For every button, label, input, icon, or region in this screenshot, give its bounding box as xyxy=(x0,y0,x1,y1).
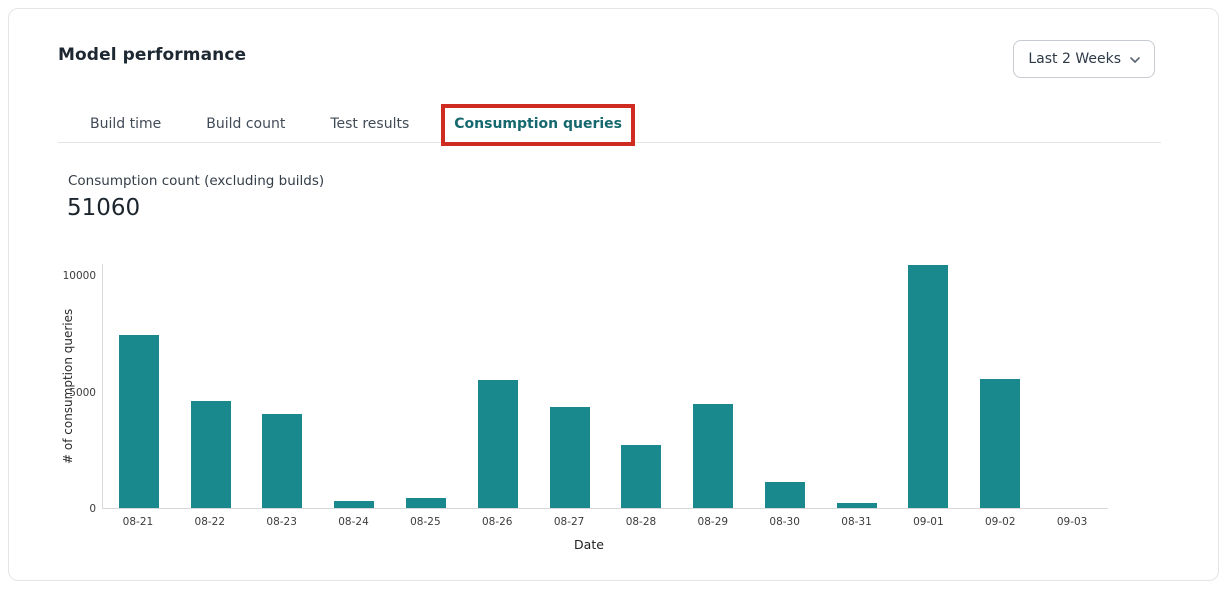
bar-08-30 xyxy=(765,482,805,508)
metric-value: 51060 xyxy=(67,195,140,221)
bar-08-31 xyxy=(837,503,877,508)
plot-area xyxy=(102,264,1108,509)
tab-test-results[interactable]: Test results xyxy=(330,105,409,143)
x-tick-label: 08-30 xyxy=(749,516,821,528)
bar-band xyxy=(605,264,677,508)
bar-band xyxy=(677,264,749,508)
bar-08-21 xyxy=(119,335,159,508)
bar-band xyxy=(821,264,893,508)
x-tick-label: 08-24 xyxy=(318,516,390,528)
x-tick-label: 08-28 xyxy=(605,516,677,528)
y-tick-label: 0 xyxy=(58,502,96,516)
tab-label: Test results xyxy=(330,116,409,132)
tab-build-count[interactable]: Build count xyxy=(206,105,285,143)
date-range-dropdown[interactable]: Last 2 Weeks xyxy=(1013,40,1155,78)
tabs: Build time Build count Test results Consump… xyxy=(58,105,1161,143)
x-tick-label: 08-27 xyxy=(533,516,605,528)
bar-band xyxy=(964,264,1036,508)
bar-08-26 xyxy=(478,380,518,508)
bar-08-22 xyxy=(191,401,231,508)
metric-label: Consumption count (excluding builds) xyxy=(68,173,324,189)
x-tick-label: 08-21 xyxy=(102,516,174,528)
bar-08-23 xyxy=(262,414,302,508)
tab-label: Build time xyxy=(90,116,161,132)
bar-08-24 xyxy=(334,501,374,508)
tab-label: Build count xyxy=(206,116,285,132)
bar-08-25 xyxy=(406,498,446,508)
x-tick-label: 08-31 xyxy=(821,516,893,528)
bar-band xyxy=(749,264,821,508)
page-title: Model performance xyxy=(58,45,246,65)
x-axis-title: Date xyxy=(58,537,1120,552)
bar-band xyxy=(534,264,606,508)
bar-band xyxy=(175,264,247,508)
chart: # of consumption queries 0500010000 08-2… xyxy=(58,259,1120,564)
x-tick-label: 09-03 xyxy=(1036,516,1108,528)
bar-band xyxy=(103,264,175,508)
x-tick-label: 08-22 xyxy=(174,516,246,528)
x-tick-label: 08-29 xyxy=(677,516,749,528)
x-tick-label: 08-23 xyxy=(246,516,318,528)
bar-band xyxy=(247,264,319,508)
bar-band xyxy=(1036,264,1108,508)
bar-08-27 xyxy=(550,407,590,508)
chevron-down-icon xyxy=(1130,57,1140,64)
y-tick-label: 10000 xyxy=(58,269,96,283)
tab-label: Consumption queries xyxy=(454,116,622,132)
bar-08-28 xyxy=(621,445,661,508)
bar-band xyxy=(318,264,390,508)
bar-band xyxy=(462,264,534,508)
bar-band xyxy=(390,264,462,508)
x-tick-label: 09-02 xyxy=(964,516,1036,528)
x-tick-labels: 08-2108-2208-2308-2408-2508-2608-2708-28… xyxy=(102,516,1108,528)
x-tick-label: 08-25 xyxy=(389,516,461,528)
y-tick-label: 5000 xyxy=(58,386,96,400)
tab-consumption-queries[interactable]: Consumption queries xyxy=(454,105,622,143)
date-range-label: Last 2 Weeks xyxy=(1028,51,1121,67)
model-performance-card: Model performance Last 2 Weeks Build tim… xyxy=(8,8,1219,581)
bar-09-02 xyxy=(980,379,1020,508)
bar-08-29 xyxy=(693,404,733,508)
tab-build-time[interactable]: Build time xyxy=(90,105,161,143)
x-tick-label: 09-01 xyxy=(892,516,964,528)
x-tick-label: 08-26 xyxy=(461,516,533,528)
bar-09-01 xyxy=(908,265,948,508)
bar-band xyxy=(893,264,965,508)
